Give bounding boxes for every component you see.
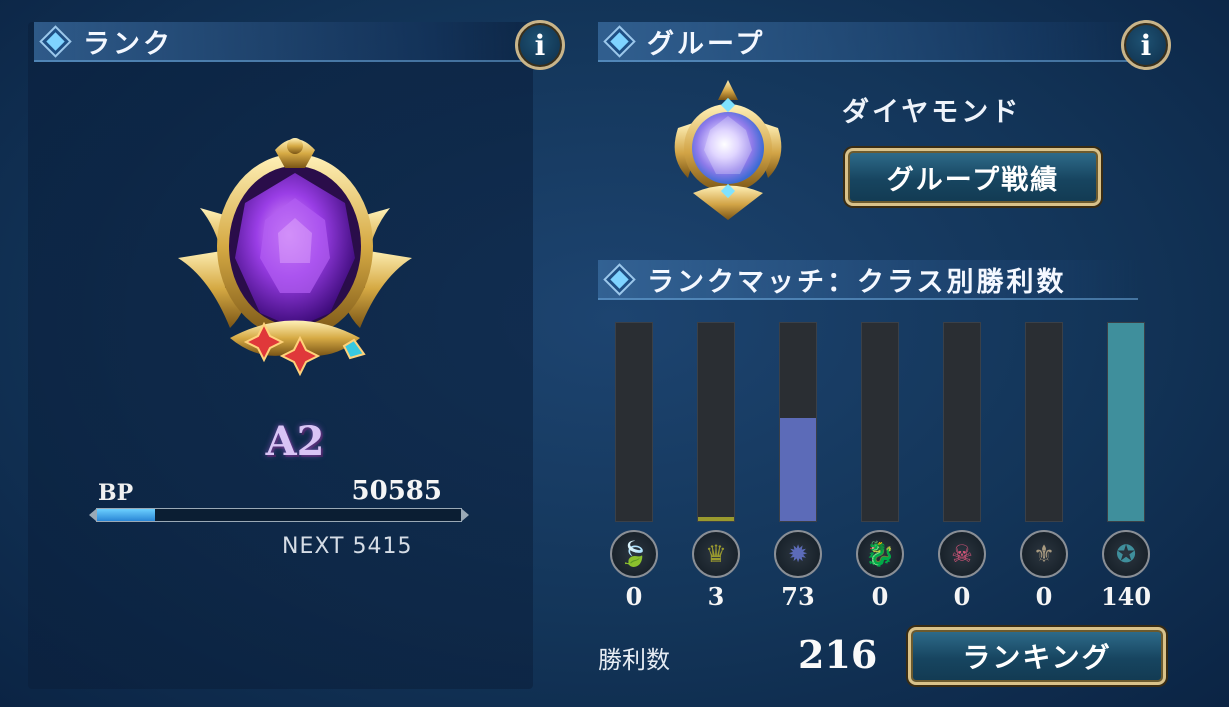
group-title: グループ <box>647 28 766 60</box>
class-win-count: 73 <box>781 582 815 611</box>
class-win-count: 3 <box>707 582 725 611</box>
group-header: グループ <box>598 22 1138 62</box>
rank-title: ランク <box>83 28 173 60</box>
wing-icon: ⚜ <box>1020 530 1068 578</box>
bp-value: 50585 <box>351 476 442 506</box>
class-win-bar <box>943 322 981 522</box>
bp-bar-right-cap <box>462 509 469 521</box>
class-wins-header: ランクマッチ：クラス別勝利数 <box>598 260 1138 300</box>
class-win-count: 140 <box>1100 582 1152 611</box>
class-win-bar <box>615 322 653 522</box>
class-win-bar <box>1025 322 1063 522</box>
class-win-count: 0 <box>871 582 889 611</box>
class-win-bar-fill <box>780 418 816 521</box>
class-win-bar-fill <box>698 517 734 521</box>
class-win-bar <box>697 322 735 522</box>
next-bp-label: NEXT 5415 <box>282 534 413 559</box>
diamond-bullet-icon <box>606 265 633 293</box>
rank-header: ランク <box>34 22 529 62</box>
diamond-group-emblem-icon <box>668 78 788 227</box>
ranking-button[interactable]: ランキング <box>908 627 1166 685</box>
bp-progress-bar <box>96 508 462 522</box>
rank-emblem-icon <box>170 128 420 382</box>
diamond-bullet-icon <box>606 27 633 55</box>
sigil-icon: ✹ <box>774 530 822 578</box>
class-win-bar-fill <box>1108 323 1144 521</box>
group-name: ダイヤモンド <box>842 97 1022 128</box>
class-win-count: 0 <box>625 582 643 611</box>
leaf-icon: 🍃 <box>610 530 658 578</box>
dragon-icon: 🐉 <box>856 530 904 578</box>
bp-progress-fill <box>97 509 156 521</box>
class-win-bar <box>861 322 899 522</box>
group-stats-button[interactable]: グループ戦績 <box>845 148 1101 206</box>
class-win-bar <box>779 322 817 522</box>
diamond-bullet-icon <box>42 27 69 55</box>
skull-icon: ☠ <box>938 530 986 578</box>
class-wins-title: ランクマッチ：クラス別勝利数 <box>647 266 1067 298</box>
portal-icon: ✪ <box>1102 530 1150 578</box>
group-info-button[interactable]: i <box>1121 20 1171 70</box>
crown-icon: ♛ <box>692 530 740 578</box>
class-win-bar <box>1107 322 1145 522</box>
class-win-count: 0 <box>1035 582 1053 611</box>
class-win-count: 0 <box>953 582 971 611</box>
total-wins-label: 勝利数 <box>598 646 670 674</box>
rank-info-button[interactable]: i <box>515 20 565 70</box>
bp-bar-left-cap <box>89 509 96 521</box>
bp-label: BP <box>98 480 134 506</box>
rank-grade: A2 <box>265 418 325 465</box>
total-wins-value: 216 <box>798 632 878 677</box>
